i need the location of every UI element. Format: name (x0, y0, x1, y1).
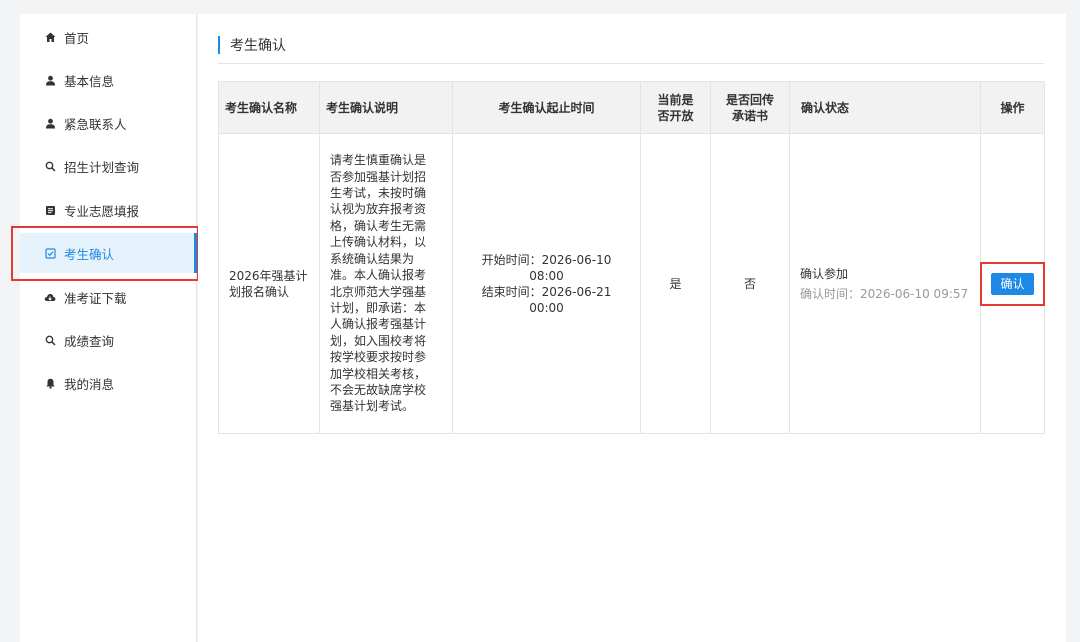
desc-line: 上传确认材料，以 (330, 235, 427, 250)
sidebar-item-score-query[interactable]: 成绩查询 (20, 320, 197, 360)
user-icon (44, 74, 56, 86)
sidebar-item-candidate-confirm[interactable]: 考生确认 (20, 233, 197, 273)
header-line: 否开放 (657, 108, 694, 123)
table-row: 2026年强基计 划报名确认 请考生慎重确认是 否参加强基计划招 生考试，未按时… (218, 133, 1045, 434)
desc-line: 认视为放弃报考资 (330, 202, 427, 217)
desc-line: 否参加强基计划招 (330, 169, 427, 184)
user-icon (44, 117, 56, 129)
checkbox-icon (44, 247, 56, 259)
sidebar-item-label: 紧急联系人 (64, 116, 127, 132)
desc-line: 强基计划考试。 (330, 399, 415, 414)
bell-icon (44, 377, 56, 389)
confirm-table: 考生确认名称 考生确认说明 考生确认起止时间 当前是 否开放 是否回传 承诺书 … (218, 81, 1045, 434)
status-time: 确认时间：2026-06-10 09:57 (800, 286, 969, 301)
start-time: 开始时间：2026-06-10 08:00 (481, 252, 612, 283)
col-header-open: 当前是 否开放 (640, 81, 711, 134)
col-header-op: 操作 (980, 81, 1045, 134)
status-text: 确认参加 (800, 266, 849, 281)
end-time: 结束时间：2026-06-21 00:00 (481, 284, 612, 315)
cell-name: 2026年强基计 划报名确认 (218, 133, 320, 434)
col-header-time: 考生确认起止时间 (452, 81, 641, 134)
home-icon (44, 31, 56, 43)
table-header-row: 考生确认名称 考生确认说明 考生确认起止时间 当前是 否开放 是否回传 承诺书 … (218, 81, 1045, 134)
sidebar-item-messages[interactable]: 我的消息 (20, 363, 197, 403)
desc-line: 系统确认结果为 (330, 251, 415, 266)
desc-line: 加学校相关考核， (330, 366, 427, 381)
desc-line: 划，如入围校考将 (330, 333, 427, 348)
header-line: 承诺书 (731, 108, 768, 123)
cell-name-line: 划报名确认 (229, 284, 290, 299)
cell-time-range: 开始时间：2026-06-10 08:00 结束时间：2026-06-21 00… (452, 133, 641, 434)
title-accent-mark (218, 36, 220, 54)
cell-is-open: 是 (640, 133, 711, 434)
desc-line: 生考试，未按时确 (330, 186, 427, 201)
sidebar: 首页 基本信息 紧急联系人 招生计划查询 专业志愿填报 考生确认 准考证下载 成… (20, 14, 197, 642)
sidebar-item-label: 考生确认 (64, 246, 115, 262)
cloud-download-icon (44, 291, 56, 303)
desc-line: 按学校要求按时参 (330, 350, 427, 365)
header-line: 当前是 (657, 92, 694, 107)
desc-line: 不会无故缺席学校 (330, 382, 427, 397)
page-title: 考生确认 (230, 38, 286, 54)
cell-name-line: 2026年强基计 (229, 268, 308, 283)
cell-commitment-returned: 否 (710, 133, 790, 434)
cell-action: 确认 (980, 133, 1045, 434)
desc-line: 北京师范大学强基 (330, 284, 427, 299)
desc-line: 准。本人确认报考 (330, 268, 427, 283)
sidebar-item-label: 我的消息 (64, 376, 115, 392)
sidebar-item-label: 成绩查询 (64, 333, 115, 349)
search-icon (44, 334, 56, 346)
sidebar-item-emergency-contact[interactable]: 紧急联系人 (20, 103, 197, 143)
search-icon (44, 160, 56, 172)
cell-status: 确认参加 确认时间：2026-06-10 09:57 (789, 133, 981, 434)
desc-line: 人确认报考强基计 (330, 317, 427, 332)
sidebar-item-label: 准考证下载 (64, 290, 127, 306)
desc-line: 格，确认考生无需 (330, 218, 427, 233)
page-title-bar: 考生确认 (218, 34, 1044, 64)
col-header-commitment: 是否回传 承诺书 (710, 81, 790, 134)
desc-line: 请考生慎重确认是 (330, 153, 427, 168)
sidebar-item-basic-info[interactable]: 基本信息 (20, 60, 197, 100)
desc-line: 计划，即承诺：本 (330, 300, 427, 315)
confirm-button[interactable]: 确认 (991, 272, 1034, 295)
col-header-status: 确认状态 (789, 81, 981, 134)
header-line: 是否回传 (725, 92, 774, 107)
sidebar-item-label: 招生计划查询 (64, 159, 140, 175)
sidebar-item-plan-query[interactable]: 招生计划查询 (20, 146, 197, 186)
form-icon (44, 204, 56, 216)
sidebar-item-label: 基本信息 (64, 73, 115, 89)
main-panel: 考生确认 考生确认名称 考生确认说明 考生确认起止时间 当前是 否开放 是否回传… (198, 14, 1066, 642)
sidebar-item-major-application[interactable]: 专业志愿填报 (20, 190, 197, 230)
cell-desc: 请考生慎重确认是 否参加强基计划招 生考试，未按时确 认视为放弃报考资 格，确认… (319, 133, 453, 434)
sidebar-item-admission-ticket[interactable]: 准考证下载 (20, 277, 197, 317)
col-header-name: 考生确认名称 (218, 81, 320, 134)
col-header-desc: 考生确认说明 (319, 81, 453, 134)
sidebar-item-home[interactable]: 首页 (20, 17, 197, 57)
sidebar-item-label: 专业志愿填报 (64, 203, 140, 219)
sidebar-item-label: 首页 (64, 30, 90, 46)
